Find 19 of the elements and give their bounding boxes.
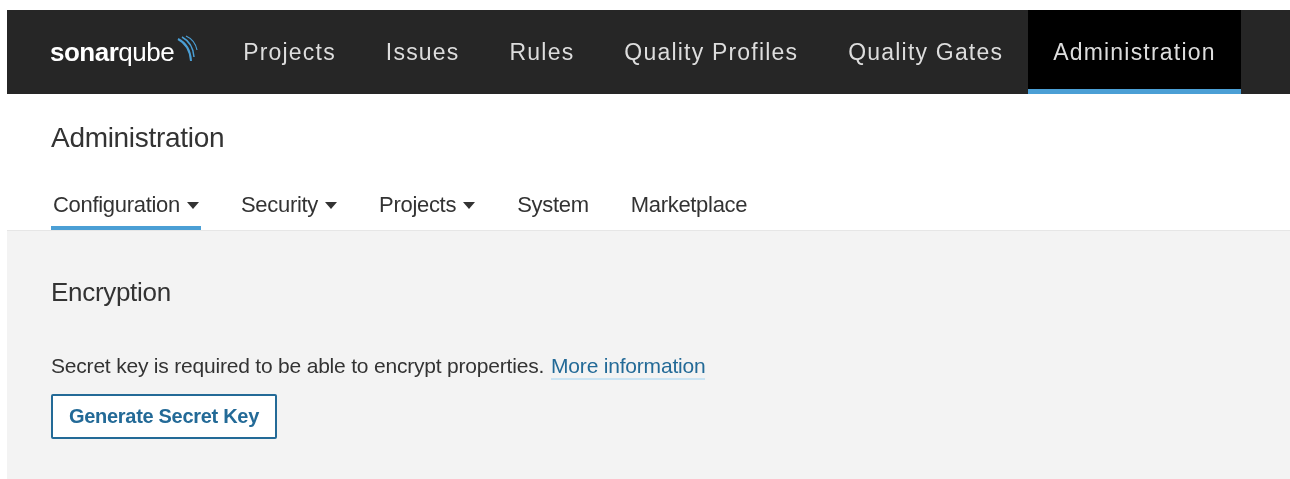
section-title: Encryption: [51, 277, 172, 308]
more-information-link[interactable]: More information: [551, 354, 706, 380]
subnav-tab[interactable]: System: [515, 192, 591, 230]
nav-link[interactable]: Issues: [360, 10, 485, 94]
caret-icon: [325, 201, 338, 209]
nav-link[interactable]: Projects: [218, 10, 361, 94]
description-text: Secret key is required to be able to encrypt properties.: [51, 354, 545, 379]
subnav-tab[interactable]: Projects: [377, 192, 478, 230]
nav-link[interactable]: Quality Gates: [823, 10, 1029, 94]
subnav-tab[interactable]: Marketplace: [628, 192, 750, 230]
logo-text[interactable]: sonarqube: [50, 36, 175, 68]
subnav-tab[interactable]: Security: [238, 192, 340, 230]
caret-icon: [463, 201, 476, 209]
generate-key-button[interactable]: Generate Secret Key: [51, 394, 277, 439]
nav-link[interactable]: Administration: [1028, 10, 1241, 94]
page-title: Administration: [51, 122, 226, 154]
caret-icon: [186, 201, 199, 209]
nav-link[interactable]: Rules: [484, 10, 600, 94]
nav-link[interactable]: Quality Profiles: [599, 10, 824, 94]
